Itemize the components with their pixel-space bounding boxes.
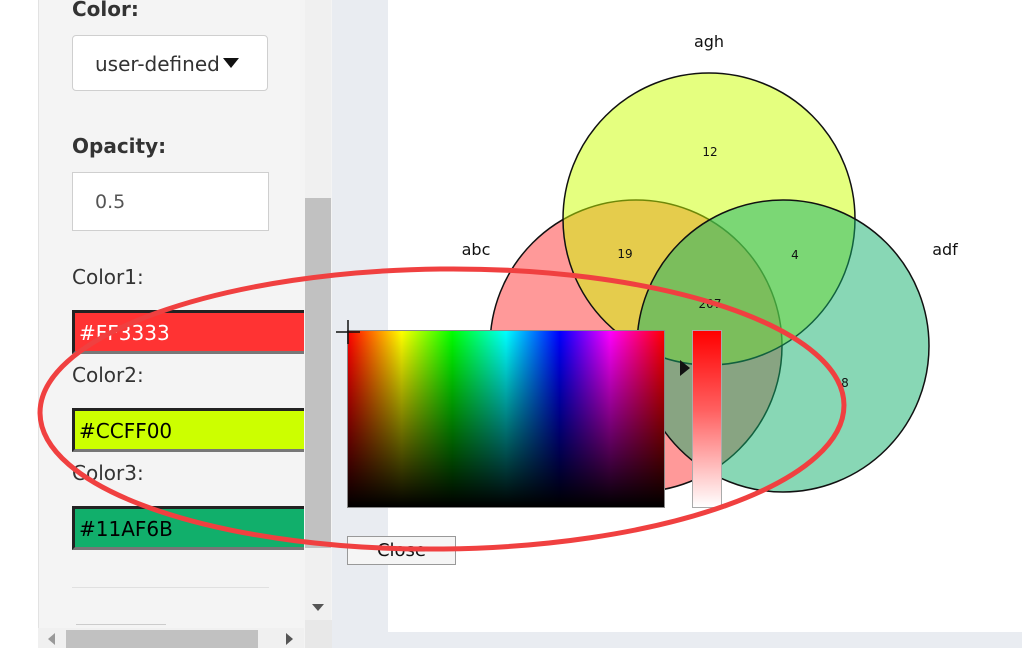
color-picker-spectrum[interactable]: [347, 330, 665, 508]
venn-circle-adf: [636, 199, 930, 493]
venn-count-agh-only: 12: [702, 145, 717, 159]
venn-count-agh-adf: 4: [791, 248, 799, 262]
venn-diagram: agh abc adf 12 19 4 207 8: [462, 32, 958, 493]
venn-count-all: 207: [699, 297, 722, 311]
venn-set-label-agh: agh: [694, 32, 724, 51]
color-picker-hue-slider[interactable]: [692, 330, 722, 508]
hue-slider-pointer-icon[interactable]: [680, 360, 690, 376]
close-button[interactable]: Close: [347, 536, 456, 565]
venn-set-label-abc: abc: [462, 240, 491, 259]
venn-set-label-adf: adf: [932, 240, 958, 259]
venn-count-abc-agh: 19: [617, 247, 632, 261]
venn-count-adf-only: 8: [841, 376, 849, 390]
crosshair-icon[interactable]: [336, 320, 360, 344]
